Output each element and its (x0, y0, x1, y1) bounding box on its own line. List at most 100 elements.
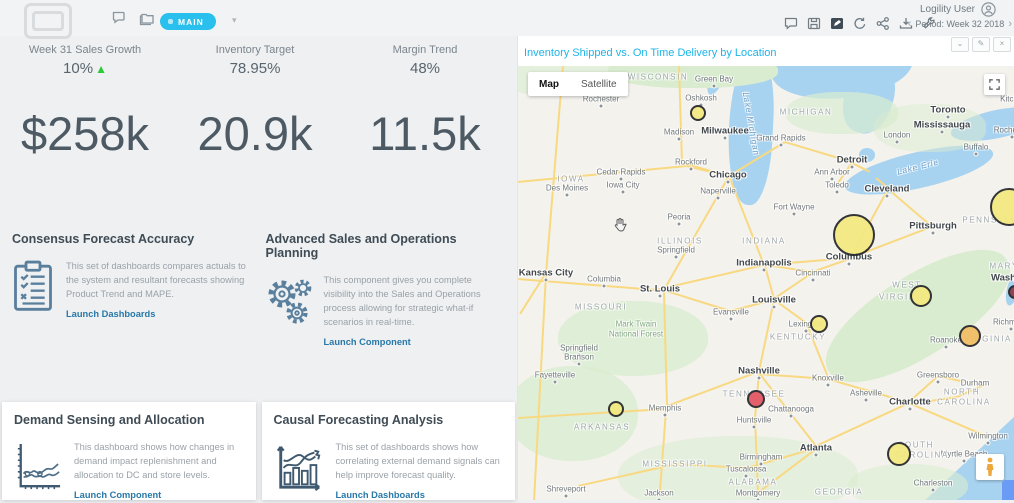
card-description: This component gives you complete visibi… (324, 274, 506, 330)
map-city-dot (757, 376, 762, 381)
map-type-satellite-button[interactable]: Satellite (570, 72, 628, 96)
map-canvas[interactable]: WISCONSINGreen BayRochesterOshkoshMadiso… (518, 66, 1014, 500)
map-label: IOWA (557, 175, 584, 184)
map-label: ILLINOIS (657, 237, 703, 246)
panel-edit-button[interactable]: ✎ (972, 37, 990, 52)
map-label: Springfield (560, 344, 598, 353)
map-label: Washington (991, 273, 1014, 284)
main-dropdown-caret-icon[interactable]: ▾ (232, 15, 237, 26)
map-label: Oshkosh (685, 94, 717, 103)
kpi-sales-growth: Week 31 Sales Growth 10%▲ $258k (0, 44, 170, 157)
map-marker-yellow[interactable] (810, 315, 828, 333)
card-title: Causal Forecasting Analysis (274, 413, 504, 427)
map-type-map-button[interactable]: Map (528, 72, 570, 96)
map-city-dot (850, 165, 855, 170)
map-label: Evansville (713, 308, 749, 317)
map-city-dot (835, 190, 840, 195)
map-label: Huntsville (737, 416, 772, 425)
launch-dashboards-link[interactable]: Launch Dashboards (66, 309, 155, 319)
top-bar: ⋮ MAIN ▾ Logility User (0, 0, 1014, 36)
map-city-dot (779, 143, 784, 148)
panel-collapse-button[interactable]: ⌄ (951, 37, 969, 52)
card-description: This set of dashboards compares actuals … (66, 260, 252, 302)
panel-close-button[interactable]: × (993, 37, 1011, 52)
map-marker-yellow[interactable] (690, 105, 706, 121)
map-label: Grand Rapids (756, 134, 805, 143)
map-city-dot (712, 84, 717, 89)
road-line (545, 66, 564, 274)
map-city-dot (752, 425, 757, 430)
map-label: Cedar Rapids (597, 168, 646, 177)
map-city-dot (544, 278, 549, 283)
period-next-button[interactable]: › (1008, 19, 1012, 29)
comment-icon[interactable] (784, 17, 798, 30)
app-logo[interactable] (24, 3, 72, 39)
map-label: Jackson (644, 489, 673, 498)
card-title: Consensus Forecast Accuracy (12, 232, 252, 246)
chat-bubbles-icon[interactable] (112, 11, 129, 26)
map-label: Green Bay (695, 75, 733, 84)
user-name-label: Logility User (920, 4, 975, 15)
map-city-dot (621, 190, 626, 195)
kpi-value: 48% (340, 60, 510, 77)
map-city-dot (577, 362, 582, 367)
pegman-control[interactable] (976, 454, 1004, 480)
card-description: This dashboard shows how changes in dema… (74, 441, 244, 483)
map-marker-orange[interactable] (959, 325, 981, 347)
map-label: Mark Twain (616, 320, 657, 329)
edit-note-icon[interactable] (830, 17, 844, 30)
map-label: MISSOURI (575, 303, 627, 312)
map-city-dot (931, 488, 936, 493)
map-label: Shreveport (546, 485, 585, 494)
refresh-icon[interactable] (853, 17, 867, 30)
map-label: Fayetteville (535, 371, 575, 380)
map-label: CAROLINA (937, 398, 991, 407)
map-marker-yellow[interactable] (887, 442, 911, 466)
map-marker-yellow[interactable] (833, 214, 875, 256)
map-label: Charleston (914, 479, 953, 488)
save-icon[interactable] (807, 17, 821, 30)
kpi-value: 78.95% (170, 60, 340, 77)
info-cards-row: Consensus Forecast Accuracy This set of … (0, 232, 517, 350)
share-icon[interactable] (876, 17, 890, 30)
map-city-dot (940, 130, 945, 135)
map-label: London (884, 131, 911, 140)
map-marker-red[interactable] (747, 390, 765, 408)
fullscreen-button[interactable] (984, 74, 1005, 95)
map-city-dot (658, 294, 663, 299)
map-label: Chattanooga (768, 405, 814, 414)
map-label: Madison (664, 128, 694, 137)
main-view-button[interactable]: MAIN (160, 13, 216, 30)
launch-dashboards-link[interactable]: Launch Dashboards (336, 490, 425, 500)
gears-icon (266, 274, 312, 326)
map-extra-control[interactable] (1002, 480, 1014, 500)
period-navigator: ‹ Period: Week 32 2018 › (908, 19, 1012, 29)
map-city-dot (885, 194, 890, 199)
map-city-dot (936, 380, 941, 385)
map-label: Des Moines (546, 184, 588, 193)
map-city-dot (663, 413, 668, 418)
map-city-dot (564, 494, 569, 499)
period-prev-button[interactable]: ‹ (908, 19, 912, 29)
launch-component-link[interactable]: Launch Component (324, 337, 411, 347)
map-label: Montgomery (736, 489, 780, 498)
map-city-dot (1010, 135, 1014, 140)
map-label: Greensboro (917, 371, 959, 380)
map-label: Richmond (993, 318, 1014, 327)
user-menu[interactable]: Logility User (920, 2, 996, 17)
grab-cursor-icon (612, 216, 628, 237)
kpi-big-value: 20.9k (170, 110, 340, 157)
map-city-dot (772, 305, 777, 310)
kpi-label: Week 31 Sales Growth (0, 44, 170, 56)
map-marker-yellow[interactable] (608, 401, 624, 417)
map-label: Cincinnati (795, 269, 830, 278)
map-label: Rockford (675, 158, 707, 167)
map-label: Durham (961, 379, 989, 388)
launch-component-link[interactable]: Launch Component (74, 490, 161, 500)
map-marker-yellow[interactable] (910, 285, 932, 307)
map-city-dot (811, 278, 816, 283)
map-city-dot (759, 462, 764, 467)
folders-icon[interactable] (139, 12, 156, 26)
map-label: Springfield (657, 246, 695, 255)
kpi-row: Week 31 Sales Growth 10%▲ $258k Inventor… (0, 44, 510, 157)
